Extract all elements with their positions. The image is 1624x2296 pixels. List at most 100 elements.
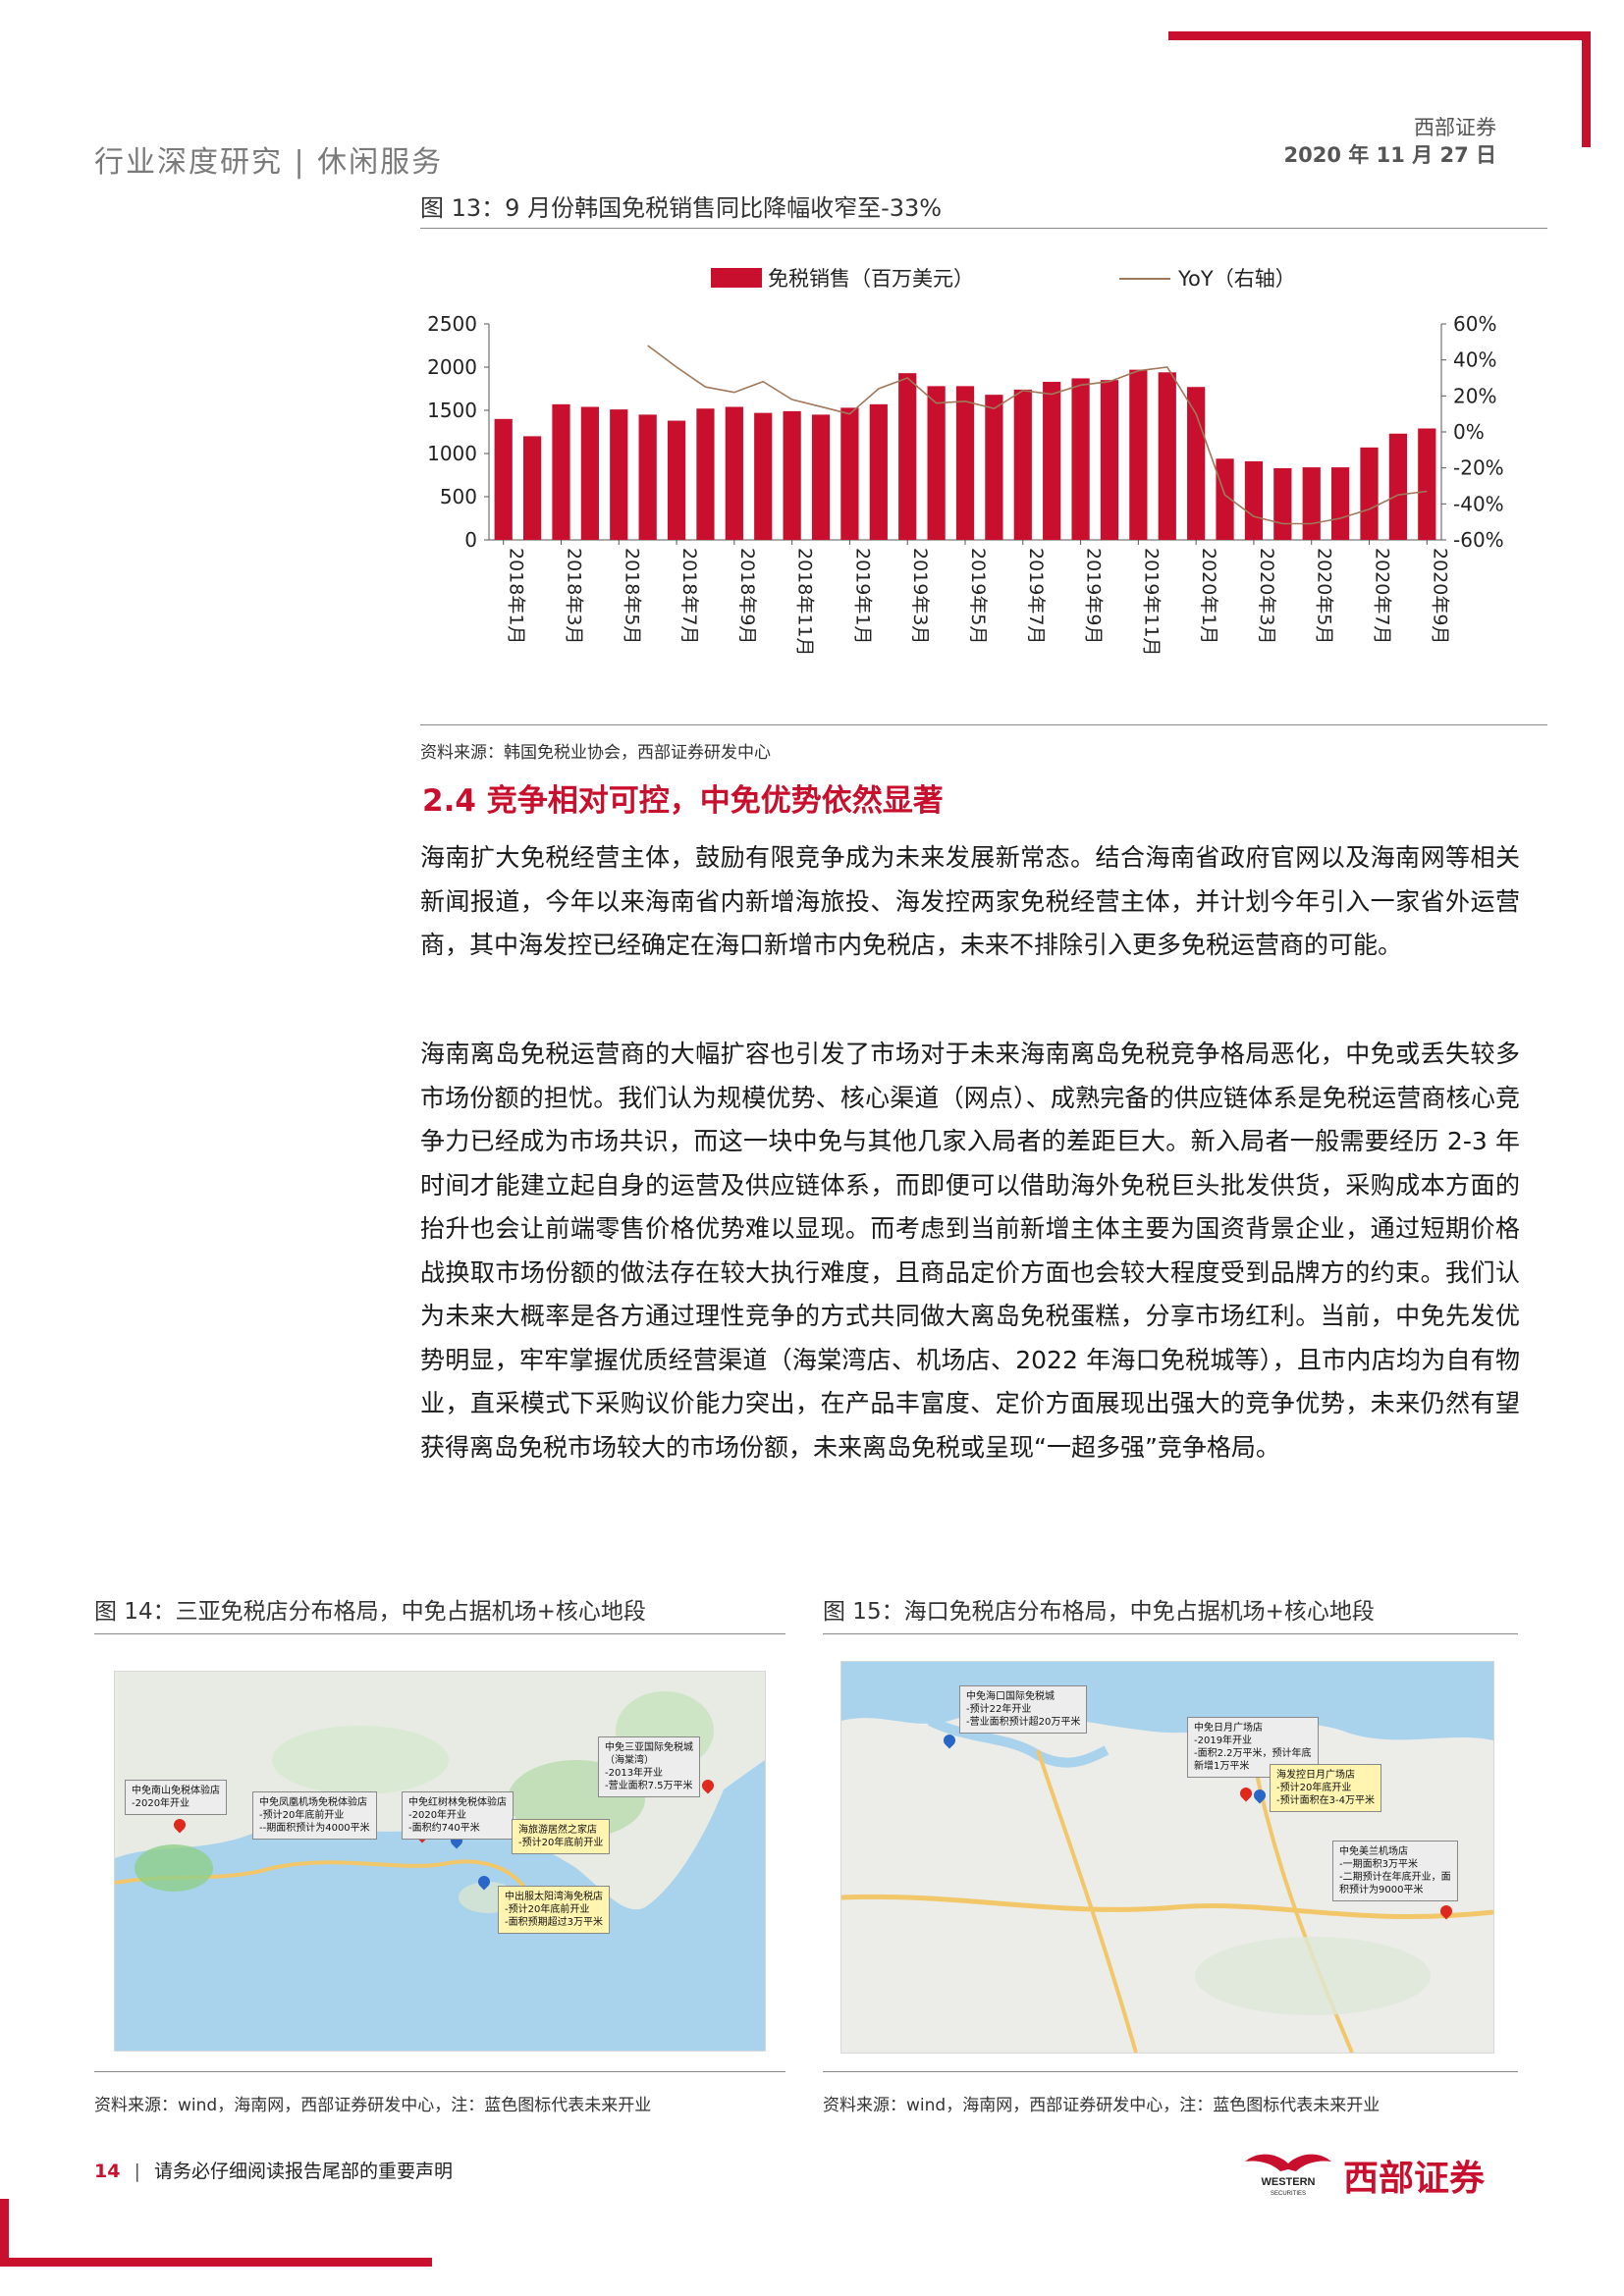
footer-disclaimer: 请务必仔细阅读报告尾部的重要声明	[153, 2161, 453, 2182]
x-tick-label: 2020年3月	[1256, 548, 1277, 644]
y-right-tick-label: -40%	[1453, 492, 1504, 515]
x-tick-label: 2020年5月	[1314, 548, 1335, 644]
x-tick-label: 2020年9月	[1429, 548, 1450, 644]
figure-13-source: 资料来源：韩国免税业协会，西部证券研发中心	[420, 743, 771, 763]
y-left-tick-label: 2000	[427, 355, 477, 379]
legend-line-label: YoY（右轴）	[1177, 267, 1296, 291]
bar	[1273, 467, 1292, 540]
logo-en: WESTERN	[1262, 2176, 1316, 2188]
callout-hfk-riyue: 海发控日月广场店 -预计20年底开业 -预计面积在3-4万平米	[1270, 1764, 1381, 1812]
y-right-tick-label: 40%	[1453, 348, 1496, 372]
bar	[927, 386, 946, 540]
y-left-tick-label: 2500	[427, 312, 477, 336]
y-right-tick-label: 20%	[1453, 384, 1496, 407]
x-tick-label: 2018年9月	[736, 548, 758, 644]
x-tick-label: 2018年3月	[563, 548, 584, 644]
bottom-red-line	[0, 2258, 432, 2267]
bar	[667, 420, 686, 540]
bar	[696, 408, 715, 540]
paragraph-1: 海南扩大免税经营主体，鼓励有限竞争成为未来发展新常态。结合海南省政府官网以及海南…	[420, 843, 1520, 959]
top-red-line	[1168, 31, 1591, 40]
x-tick-label: 2020年1月	[1198, 548, 1219, 644]
callout-mangrove: 中免红树林免税体验店 -2020年开业 -面积约740平米	[402, 1791, 514, 1840]
x-tick-label: 2018年11月	[794, 548, 816, 657]
callout-sun-bay: 中出服太阳湾海免税店 -预计20年底前开业 -面积预期超过3万平米	[498, 1886, 610, 1934]
bar	[1013, 389, 1032, 540]
bar	[1158, 372, 1176, 540]
figure-14-bottom-rule	[94, 2071, 785, 2072]
bar	[494, 418, 513, 540]
x-tick-label: 2019年7月	[1025, 548, 1047, 644]
x-tick-label: 2019年5月	[967, 548, 989, 644]
bar	[1302, 467, 1321, 540]
y-left-tick-label: 1000	[427, 442, 477, 465]
bar	[610, 409, 628, 540]
bar	[1418, 428, 1436, 540]
header-date: 2020 年 11 月 27 日	[1283, 143, 1496, 167]
x-tick-label: 2018年5月	[621, 548, 642, 644]
figure-14-source: 资料来源：wind，海南网，西部证券研发中心，注：蓝色图标代表未来开业	[94, 2096, 652, 2115]
bar	[985, 395, 1003, 540]
x-tick-label: 2018年7月	[678, 548, 700, 644]
figure-13-chart: 0 500 1000 1500 2000 2500 -60% -40% -20% 0% 20% 40%…	[420, 245, 1547, 717]
legend-bar-label: 免税销售（百万美元）	[768, 267, 974, 291]
logo-cn: 西部证券	[1343, 2159, 1486, 2199]
sanya-map-base	[115, 1672, 765, 2051]
x-tick-label: 2019年3月	[909, 548, 931, 644]
x-tick-label: 2019年11月	[1140, 548, 1162, 657]
bottom-red-corner	[0, 2199, 9, 2267]
bar	[811, 414, 831, 540]
bar	[1043, 381, 1061, 540]
bar	[1360, 447, 1379, 540]
bar	[1388, 433, 1408, 540]
haikou-map: 中免海口国际免税城 -预计22年开业 -营业面积预计超20万平米 中免日月广场店…	[840, 1661, 1494, 2054]
bar	[783, 410, 801, 540]
chart-svg: 0 500 1000 1500 2000 2500 -60% -40% -20% 0% 20% 40%…	[427, 267, 1504, 657]
callout-meilan-airport: 中免美兰机场店 -一期面积3万平米 -二期预计在年底开业，面 积预计为9000平…	[1332, 1841, 1458, 1901]
callout-nanshan: 中免南山免税体验店 -2020年开业	[125, 1780, 227, 1815]
y-left-tick-label: 0	[464, 528, 477, 552]
callout-haitang-bay: 中免三亚国际免税城 （海棠湾） -2013年开业 -营业面积7.5万平米	[598, 1736, 700, 1797]
page-number: 14	[94, 2161, 121, 2182]
paragraph-2: 海南离岛免税运营商的大幅扩容也引发了市场对于未来海南离岛免税竞争格局恶化，中免或…	[420, 1040, 1520, 1462]
y-right-tick-label: 60%	[1453, 312, 1496, 336]
y-right-tick-label: -60%	[1453, 528, 1504, 552]
figure-14-title: 图 14：三亚免税店分布格局，中免占据机场+核心地段	[94, 1599, 646, 1625]
bar	[1244, 460, 1264, 540]
report-category: 行业深度研究 | 休闲服务	[94, 145, 444, 180]
bar	[754, 412, 773, 540]
footer-separator: |	[134, 2161, 140, 2182]
bar	[1129, 369, 1148, 540]
x-tick-label: 2019年9月	[1083, 548, 1105, 644]
bar	[955, 386, 975, 540]
legend-bar-swatch	[711, 268, 762, 288]
figure-15-top-rule	[823, 1633, 1518, 1634]
figure-15-title: 图 15：海口免税店分布格局，中免占据机场+核心地段	[823, 1599, 1375, 1625]
figure-13-bottom-rule	[420, 724, 1547, 725]
bar	[840, 407, 859, 540]
bar	[638, 414, 657, 540]
logo-en-sub: SECURITIES	[1271, 2191, 1306, 2197]
bar	[869, 403, 888, 540]
header-company: 西部证券	[1414, 116, 1496, 139]
top-red-corner	[1582, 31, 1591, 147]
bar	[522, 436, 542, 540]
callout-haitou: 海旅游居然之家店 -预计20年底前开业	[512, 1819, 611, 1854]
figure-13-title: 图 13：9 月份韩国免税销售同比降幅收窄至-33%	[420, 194, 943, 222]
x-tick-label: 2020年7月	[1372, 548, 1393, 644]
bar	[1331, 467, 1350, 540]
bar	[580, 406, 599, 540]
sanya-map: 中免三亚国际免税城 （海棠湾） -2013年开业 -营业面积7.5万平米 中免南…	[114, 1671, 766, 2052]
bar	[1100, 380, 1119, 540]
callout-haikou-intl: 中免海口国际免税城 -预计22年开业 -营业面积预计超20万平米	[959, 1685, 1088, 1734]
figure-14-top-rule	[94, 1633, 785, 1634]
figure-13-top-rule	[420, 228, 1547, 229]
y-right-tick-label: -20%	[1453, 456, 1504, 480]
figure-15-bottom-rule	[823, 2071, 1518, 2072]
x-tick-label: 2019年1月	[851, 548, 873, 644]
x-tick-label: 2018年1月	[506, 548, 527, 644]
section-title: 2.4 竞争相对可控，中免优势依然显著	[422, 783, 944, 819]
y-left-tick-label: 500	[440, 485, 477, 508]
western-logo-icon: WESTERN SECURITIES	[1239, 2148, 1337, 2197]
bar	[1071, 378, 1090, 540]
